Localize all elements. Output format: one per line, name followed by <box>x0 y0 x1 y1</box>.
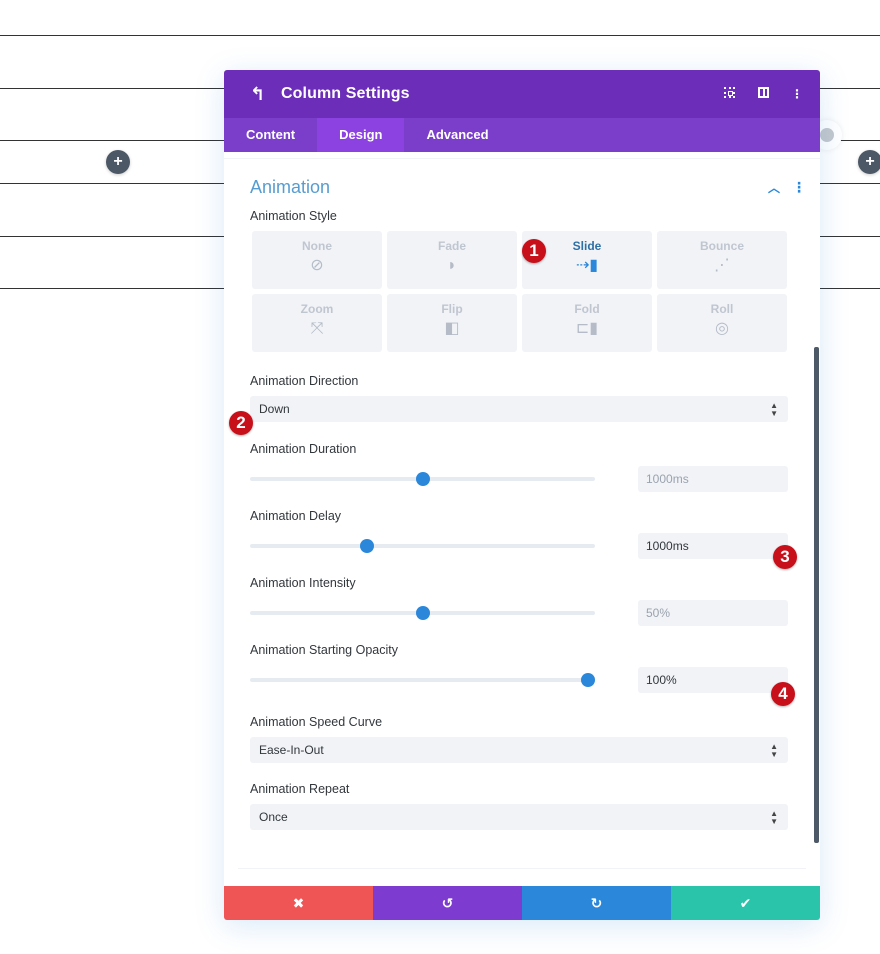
animation-delay-input[interactable]: 1000ms <box>638 533 788 559</box>
redo-button[interactable]: ↻ <box>522 886 671 920</box>
field-label: Animation Repeat <box>250 782 350 796</box>
animation-style-bounce[interactable]: Bounce ⋰ <box>657 231 787 289</box>
tab-design[interactable]: Design <box>317 118 405 152</box>
no-entry-icon: ⊘ <box>310 257 324 274</box>
modal-title: Column Settings <box>281 85 410 102</box>
close-icon: ✖ <box>292 894 305 911</box>
column-settings-modal: ↰ Column Settings ⋮ Content Design Advan… <box>224 70 820 920</box>
animation-opacity-control: 100% <box>224 667 820 693</box>
annotation-badge: 3 <box>773 545 797 569</box>
animation-style-roll[interactable]: Roll ◎ <box>657 294 787 352</box>
animation-style-flip[interactable]: Flip ◧ <box>387 294 517 352</box>
tab-content[interactable]: Content <box>224 118 317 152</box>
animation-opacity-input[interactable]: 100% <box>638 667 788 693</box>
option-label: Flip <box>441 302 463 316</box>
undo-icon: ↺ <box>441 894 454 911</box>
focus-mode-button[interactable] <box>712 87 746 101</box>
option-label: Zoom <box>300 302 334 316</box>
tab-advanced[interactable]: Advanced <box>404 118 510 152</box>
section-title: Animation <box>250 176 331 197</box>
undo-arrow-icon[interactable]: ↰ <box>250 84 270 105</box>
select-arrows-icon: ▲ ▼ <box>770 809 778 826</box>
slider-thumb[interactable] <box>415 472 430 486</box>
chevron-up-icon[interactable]: ︿ <box>768 179 780 196</box>
divider <box>238 868 806 869</box>
save-button[interactable]: ✔ <box>671 886 820 920</box>
field-label: Animation Duration <box>250 442 357 456</box>
field-label: Animation Style <box>250 209 337 223</box>
select-value: Down <box>259 402 290 416</box>
add-column-button[interactable]: + <box>858 150 880 174</box>
scrollbar[interactable] <box>814 347 819 843</box>
animation-duration-control: 1000ms <box>224 466 820 492</box>
add-column-button[interactable]: + <box>106 150 130 174</box>
select-value: Once <box>259 810 288 824</box>
animation-duration-input[interactable]: 1000ms <box>638 466 788 492</box>
option-label: Bounce <box>699 239 744 253</box>
annotation-badge: 4 <box>771 682 795 706</box>
option-label: None <box>302 239 332 253</box>
undo-button[interactable]: ↺ <box>373 886 522 920</box>
more-options-icon[interactable]: ⋮ <box>792 179 806 196</box>
field-label: Animation Starting Opacity <box>250 643 398 657</box>
cancel-button[interactable]: ✖ <box>224 886 373 920</box>
animation-intensity-slider[interactable] <box>250 606 595 620</box>
checkmark-icon: ✔ <box>739 894 752 911</box>
field-label: Animation Delay <box>250 509 342 523</box>
slider-thumb[interactable] <box>415 606 430 620</box>
split-view-button[interactable] <box>746 87 780 101</box>
animation-style-none[interactable]: None ⊘ <box>252 231 382 289</box>
animation-duration-slider[interactable] <box>250 472 595 486</box>
select-arrows-icon: ▲ ▼ <box>770 742 778 759</box>
focus-mode-icon <box>723 87 735 98</box>
fold-icon: ⊏▮ <box>575 320 599 337</box>
animation-repeat-select[interactable]: Once ▲ ▼ <box>250 804 788 830</box>
slide-icon: ⇢▮ <box>575 257 599 274</box>
move-icon <box>820 128 834 142</box>
roll-icon: ◎ <box>715 320 729 337</box>
animation-intensity-input[interactable]: 50% <box>638 600 788 626</box>
field-label: Animation Intensity <box>250 576 356 590</box>
bounce-icon: ⋰ <box>714 257 730 274</box>
zoom-icon: ⤧ <box>310 320 324 337</box>
animation-opacity-slider[interactable] <box>250 673 596 687</box>
animation-direction-select[interactable]: Down ▲ ▼ <box>250 396 788 422</box>
select-arrows-icon: ▲ ▼ <box>770 401 778 418</box>
animation-style-fade[interactable]: Fade ◗ <box>387 231 517 289</box>
annotation-badge: 2 <box>229 411 253 435</box>
animation-style-zoom[interactable]: Zoom ⤧ <box>252 294 382 352</box>
option-label: Roll <box>710 302 734 316</box>
option-label: Fade <box>437 239 466 253</box>
section-divider <box>0 35 880 36</box>
split-view-icon <box>757 87 769 98</box>
select-value: Ease-In-Out <box>259 743 324 757</box>
slider-thumb[interactable] <box>581 673 596 687</box>
field-label: Animation Speed Curve <box>250 715 383 729</box>
field-label: Animation Direction <box>250 374 359 388</box>
modal-footer: ✖ ↺ ↻ ✔ <box>224 886 820 920</box>
animation-section-header[interactable]: Animation ︿ ⋮ <box>224 159 820 215</box>
animation-delay-control: 1000ms <box>224 533 820 559</box>
more-options-icon[interactable]: ⋮ <box>780 87 814 101</box>
option-label: Fold <box>574 302 600 316</box>
annotation-badge: 1 <box>522 239 546 263</box>
redo-icon: ↻ <box>590 894 603 911</box>
animation-style-fold[interactable]: Fold ⊏▮ <box>522 294 652 352</box>
animation-intensity-control: 50% <box>224 600 820 626</box>
flip-icon: ◧ <box>444 320 460 337</box>
fade-icon: ◗ <box>447 257 457 274</box>
slider-thumb[interactable] <box>360 539 375 553</box>
modal-header: ↰ Column Settings ⋮ <box>224 70 820 118</box>
animation-delay-slider[interactable] <box>250 539 595 553</box>
settings-tabs: Content Design Advanced <box>224 118 820 152</box>
animation-speed-curve-select[interactable]: Ease-In-Out ▲ ▼ <box>250 737 788 763</box>
